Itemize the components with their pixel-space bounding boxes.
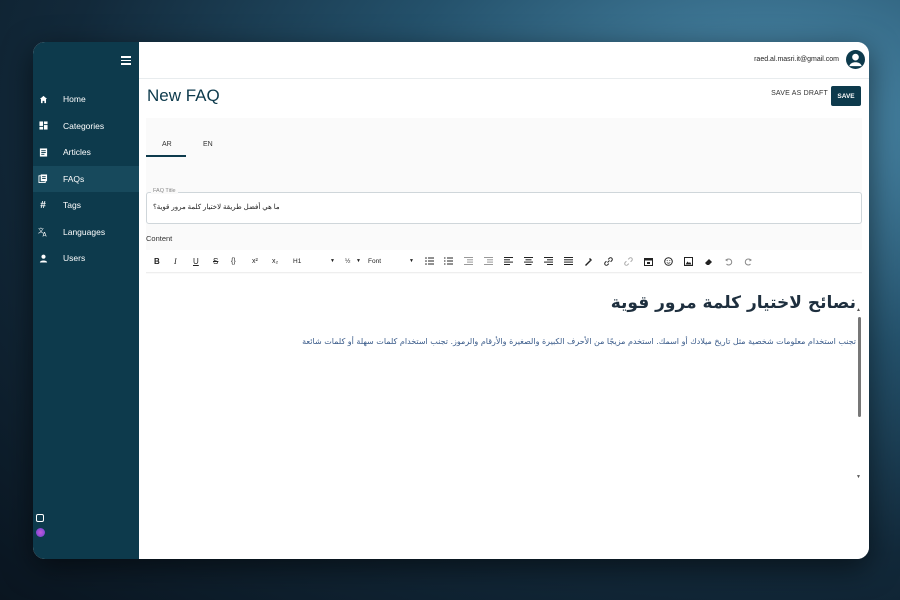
translate-icon: 文A (38, 227, 48, 237)
subscript-icon[interactable]: x₂ (272, 254, 278, 268)
user-email: raed.al.masri.it@gmail.com (754, 56, 839, 63)
faq-title-input[interactable]: ما هي أفضل طريقة لاختيار كلمة مرور قوية؟ (153, 203, 280, 211)
sidebar-item-tags[interactable]: # Tags (33, 192, 139, 219)
size-select-value: ½ (345, 257, 351, 265)
sidebar-item-label: Articles (63, 147, 91, 158)
align-center-icon[interactable] (524, 254, 533, 268)
underline-icon[interactable]: U (193, 254, 199, 268)
heading-select[interactable]: H1 ▼ (293, 254, 335, 268)
numbered-list-icon[interactable] (444, 254, 453, 268)
image-icon[interactable] (684, 254, 693, 268)
sidebar-item-faqs[interactable]: FAQs (33, 165, 139, 192)
home-icon (38, 94, 48, 104)
sidebar-item-label: Tags (63, 200, 81, 211)
article-icon (38, 147, 48, 157)
sidebar-footer (36, 508, 45, 537)
italic-icon[interactable]: I (174, 254, 177, 268)
link-icon[interactable] (604, 254, 613, 268)
editor-heading: نصائح لاختيار كلمة مرور قوية (610, 293, 856, 313)
sidebar-item-label: Users (63, 253, 86, 264)
sidebar-item-home[interactable]: Home (33, 86, 139, 113)
unlink-icon[interactable] (624, 254, 633, 268)
emoji-icon[interactable] (664, 254, 673, 268)
superscript-icon[interactable]: x² (252, 254, 258, 268)
chevron-down-icon: ▼ (409, 258, 414, 264)
align-right-icon[interactable] (544, 254, 553, 268)
page-title: New FAQ (147, 86, 220, 105)
tab-en[interactable]: EN (203, 141, 213, 148)
sidebar-item-categories[interactable]: Categories (33, 113, 139, 140)
sidebar-item-languages[interactable]: 文A Languages (33, 219, 139, 246)
outdent-icon[interactable] (464, 254, 473, 268)
app-logo-icon[interactable] (36, 514, 44, 522)
sidebar-nav: Home Categories Articles FAQs # Tags 文 A… (33, 86, 139, 272)
menu-toggle-icon[interactable] (121, 56, 131, 65)
hashtag-icon: # (40, 199, 46, 211)
strikethrough-icon[interactable]: S (213, 254, 218, 268)
sidebar-item-label: FAQs (63, 173, 85, 184)
tab-ar[interactable]: AR (162, 141, 172, 148)
size-select[interactable]: ½ ▼ (345, 254, 361, 268)
color-picker-icon[interactable] (584, 254, 593, 268)
faq-title-field[interactable]: FAQ Title ما هي أفضل طريقة لاختيار كلمة … (146, 188, 862, 224)
sidebar-item-label: Home (63, 94, 86, 105)
align-left-icon[interactable] (504, 254, 513, 268)
sidebar-item-users[interactable]: Users (33, 245, 139, 272)
redo-icon[interactable] (744, 254, 753, 268)
font-select-value: Font (368, 257, 382, 265)
brain-logo-icon[interactable] (36, 528, 45, 537)
editor-scrollbar[interactable] (858, 317, 861, 417)
editor-paragraph: تجنب استخدام معلومات شخصية مثل تاريخ ميل… (302, 337, 856, 346)
sidebar: Home Categories Articles FAQs # Tags 文 A… (33, 42, 139, 559)
faq-form: AR EN FAQ Title ما هي أفضل طريقة لاختيار… (146, 118, 862, 483)
app-window: Home Categories Articles FAQs # Tags 文 A… (33, 42, 869, 559)
bold-icon[interactable]: B (154, 254, 160, 268)
eraser-icon[interactable] (704, 254, 713, 268)
save-draft-button[interactable]: SAVE AS DRAFT (771, 90, 828, 97)
scroll-up-icon[interactable]: ▲ (856, 307, 861, 313)
sidebar-item-label: Languages (63, 226, 106, 237)
language-tabs: AR EN (146, 118, 862, 158)
top-bar: raed.al.masri.it@gmail.com (139, 42, 869, 79)
bullet-list-icon[interactable] (425, 254, 434, 268)
user-icon (38, 253, 48, 263)
main-panel: raed.al.masri.it@gmail.com New FAQ SAVE … (139, 42, 869, 559)
sidebar-item-articles[interactable]: Articles (33, 139, 139, 166)
scroll-down-icon[interactable]: ▼ (856, 474, 861, 480)
content-label: Content (146, 234, 173, 243)
save-button[interactable]: SAVE (831, 86, 861, 106)
dashboard-icon (38, 121, 48, 131)
undo-icon[interactable] (724, 254, 733, 268)
indent-icon[interactable] (484, 254, 493, 268)
book-icon (38, 174, 48, 184)
code-icon[interactable]: {} (231, 254, 236, 268)
svg-text:A: A (43, 231, 48, 237)
align-justify-icon[interactable] (564, 254, 573, 268)
sidebar-item-label: Categories (63, 120, 105, 131)
faq-title-label: FAQ Title (151, 188, 178, 194)
avatar[interactable] (846, 50, 865, 69)
heading-select-value: H1 (293, 257, 302, 265)
rich-text-editor[interactable]: نصائح لاختيار كلمة مرور قوية تجنب استخدا… (146, 274, 862, 483)
chevron-down-icon: ▼ (356, 258, 361, 264)
active-tab-indicator (146, 155, 186, 157)
chevron-down-icon: ▼ (330, 258, 335, 264)
calendar-icon[interactable] (644, 254, 653, 268)
editor-toolbar: B I U S {} x² x₂ H1 ▼ ½ ▼ Font ▼ (146, 250, 862, 273)
font-select[interactable]: Font ▼ (368, 254, 414, 268)
